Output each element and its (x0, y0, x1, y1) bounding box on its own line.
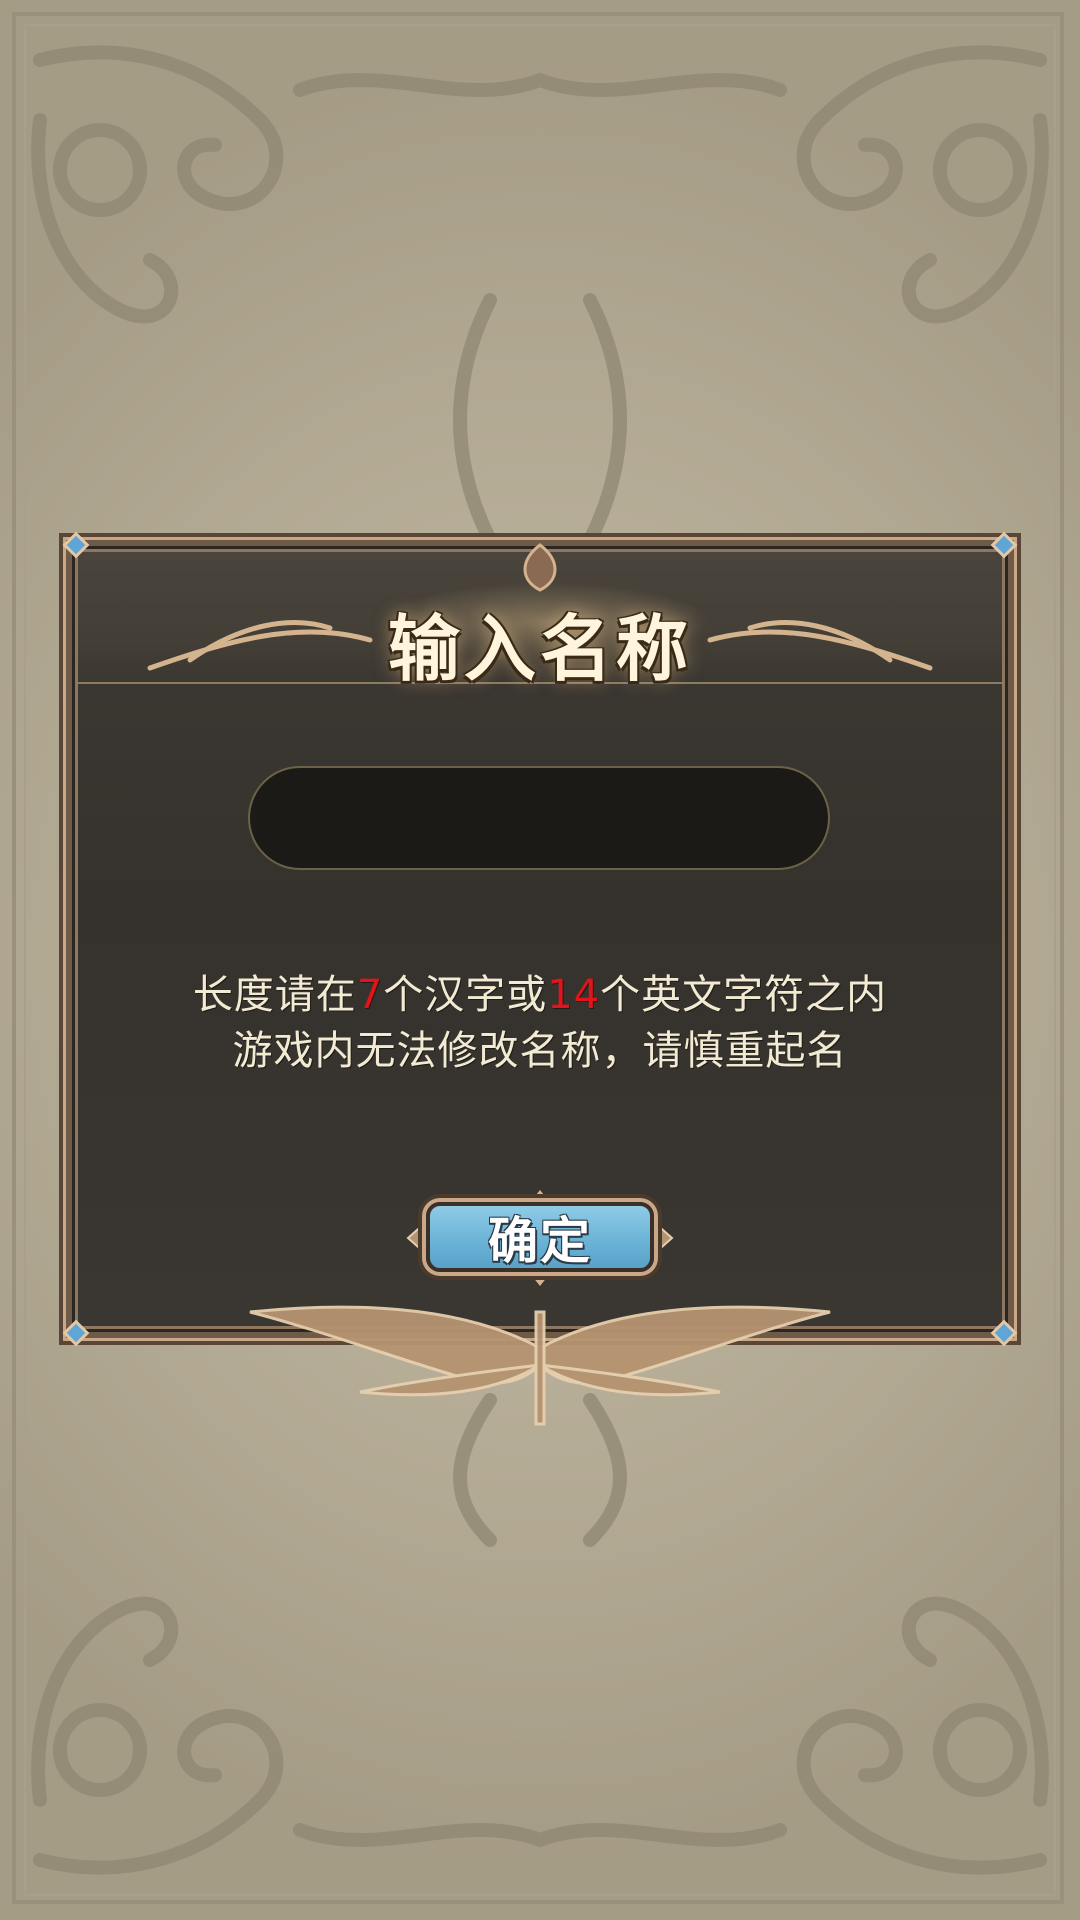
name-input[interactable] (248, 766, 830, 870)
hint-warning: 游戏内无法修改名称，请慎重起名 (232, 1028, 848, 1074)
confirm-button-frame: 确定 (402, 1188, 678, 1288)
dialog-ornament (62, 531, 1018, 1426)
hint-text-3: 个英文字符之内 (600, 972, 888, 1018)
en-char-limit: 14 (547, 972, 601, 1018)
hint-length-limit: 长度请在7个汉字或14个英文字符之内 (66, 962, 1014, 1020)
hint-text-2: 个汉字或 (383, 972, 548, 1018)
confirm-button[interactable]: 确定 (426, 1202, 654, 1272)
hint-text-1: 长度请在 (192, 972, 357, 1018)
confirm-button-label: 确定 (488, 1212, 592, 1270)
cn-char-limit: 7 (356, 972, 384, 1018)
